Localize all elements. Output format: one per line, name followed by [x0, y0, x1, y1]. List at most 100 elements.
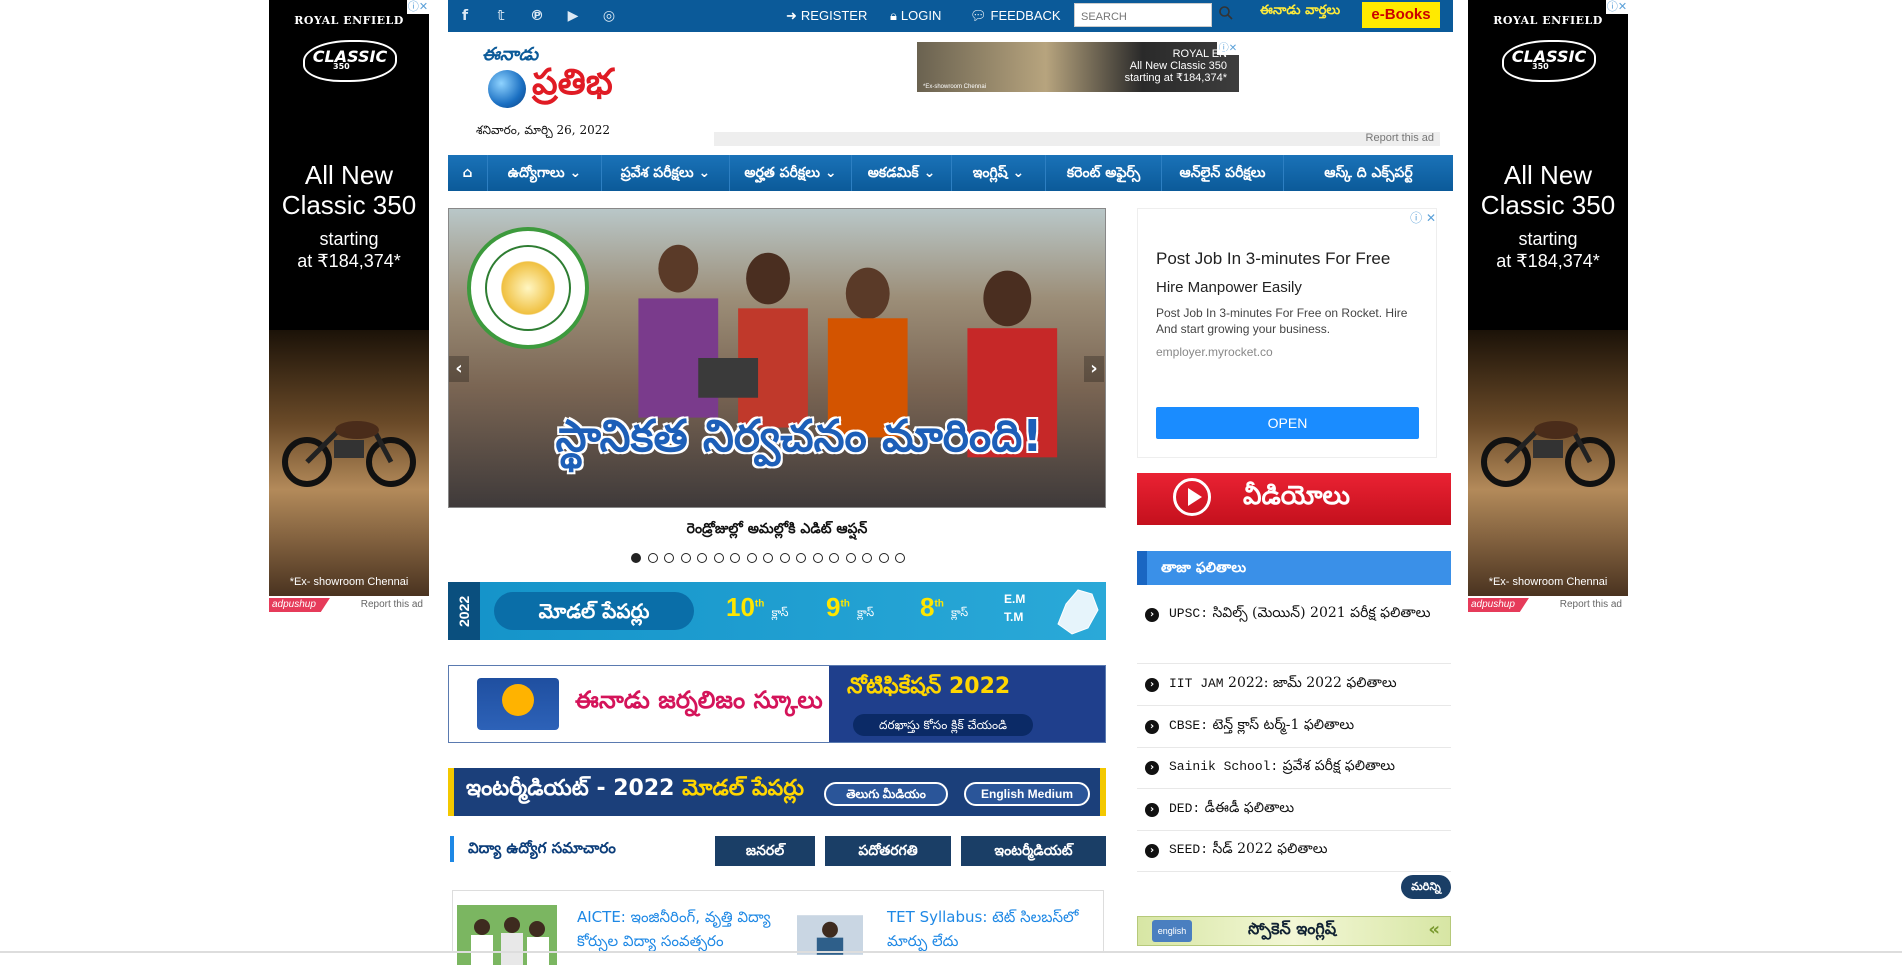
right-side-ad[interactable]: ⓘ✕ ROYAL ENFIELD CLASSIC 350 All New Class… [1468, 0, 1628, 596]
featured-slider[interactable]: స్థానికత నిర్వచనం మారింది! [448, 208, 1106, 508]
slider-dot[interactable] [862, 553, 872, 563]
sidebar-ad-description: Post Job In 3-minutes For Free on Rocket… [1156, 306, 1408, 336]
nav-home-icon[interactable]: ⌂ [448, 155, 488, 191]
search-input[interactable] [1074, 3, 1212, 27]
eenadu-news-link[interactable]: ఈనాడు వార్తలు [1260, 3, 1340, 21]
slider-dot[interactable] [895, 553, 905, 563]
videos-banner[interactable]: వీడియోలు [1137, 473, 1451, 525]
report-ad-link[interactable]: Report this ad [1366, 132, 1434, 144]
result-item[interactable]: › SEED: సీడ్ 2022 ఫలితాలు [1137, 836, 1451, 872]
login-link[interactable]: 🔒︎ LOGIN [890, 8, 941, 24]
spoken-english-banner[interactable]: english స్పోకెన్ ఇంగ్లిష్ « [1137, 916, 1451, 946]
open-button[interactable]: OPEN [1156, 407, 1419, 439]
adpushup-logo: adpushup [1468, 598, 1529, 612]
report-ad-link[interactable]: Report this ad [1560, 599, 1622, 610]
class-10-label[interactable]: 10th క్లాస్ [726, 592, 789, 623]
inter-model-papers-banner[interactable]: ఇంటర్మీడియట్ - 2022 మోడల్ పేపర్లు తెలుగు… [448, 768, 1106, 816]
tab-tenth-class[interactable]: పదోతరగతి [825, 836, 951, 866]
nav-item-english[interactable]: ఇంగ్లిష్ ⌄ [952, 155, 1046, 191]
sidebar-ad[interactable]: ⓘ ✕ Post Job In 3-minutes For Free Hire … [1137, 208, 1437, 458]
slider-dot[interactable] [647, 553, 658, 563]
model-papers-banner[interactable]: 2022 మోడల్ పేపర్లు 10th క్లాస్ 9th క్లాస… [448, 582, 1106, 640]
twitter-icon[interactable]: 𝕥 [492, 7, 510, 25]
slider-dot[interactable] [746, 553, 757, 563]
top-ad-footnote: *Ex-showroom Chennai [923, 84, 987, 90]
english-badge: english [1152, 920, 1192, 942]
slider-dot[interactable] [763, 553, 773, 563]
class-8-label[interactable]: 8th క్లాస్ [920, 592, 968, 623]
ad-report-bar: Report this ad [714, 132, 1440, 146]
tab-intermediate[interactable]: ఇంటర్మీడియట్ [961, 836, 1106, 866]
news-thumbnail [797, 915, 863, 955]
top-banner-ad[interactable]: ⓘ✕ ROYAL EN All New Classic 350 starting a… [917, 42, 1239, 92]
adchoices-close-icon[interactable]: ⓘ ✕ [1410, 209, 1436, 226]
slider-dot[interactable] [697, 553, 707, 563]
slider-dot[interactable] [730, 553, 740, 563]
notification-title: నోటిఫికేషన్ 2022 [847, 674, 1011, 699]
facebook-icon[interactable]: f [456, 7, 474, 25]
apply-cta[interactable]: దరఖాస్తు కోసం క్లిక్ చేయండి [853, 714, 1033, 736]
more-results-button[interactable]: మరిన్ని [1401, 875, 1451, 899]
report-ad-link[interactable]: Report this ad [361, 599, 423, 610]
news-title[interactable]: TET Syllabus: టెట్ సిలబస్‌లో మార్పు లేదు [887, 905, 1087, 953]
slider-prev-icon[interactable]: ‹ [449, 356, 469, 382]
latest-results-heading: తాజా ఫలితాలు [1137, 551, 1451, 585]
slider-dot[interactable] [664, 553, 674, 563]
slider-next-icon[interactable]: › [1084, 356, 1104, 382]
adchoices-close-icon[interactable]: ⓘ✕ [407, 0, 429, 14]
ad-footnote: *Ex- showroom Chennai [1488, 576, 1608, 588]
adchoices-close-icon[interactable]: ⓘ✕ [1606, 0, 1628, 14]
slider-caption[interactable]: రెండ్రోజుల్లో అమల్లోకి ఎడిట్ ఆప్షన్ [448, 521, 1106, 540]
result-item[interactable]: › DED: డీఈడీ ఫలితాలు [1137, 795, 1451, 831]
slider-dot[interactable] [713, 553, 724, 563]
spoken-english-label: స్పోకెన్ ఇంగ్లిష్ [1248, 919, 1337, 938]
left-side-ad[interactable]: ⓘ✕ ROYAL ENFIELD CLASSIC 350 All New Class… [269, 0, 429, 596]
register-link[interactable]: ➜ REGISTER [786, 8, 867, 24]
slider-dot[interactable] [796, 553, 806, 563]
sidebar-ad-subhead: Hire Manpower Easily [1156, 279, 1302, 296]
search-icon[interactable] [1218, 5, 1234, 21]
nav-item-eligibility-exams[interactable]: అర్హత పరీక్షలు ⌄ [730, 155, 852, 191]
ad-logo: CLASSIC 350 [1502, 40, 1596, 82]
nav-item-current-affairs[interactable]: కరెంట్ అఫైర్స్ [1046, 155, 1162, 191]
chevron-right-icon: › [1145, 844, 1159, 858]
news-list: AICTE: ఇంజినీరింగ్, వృత్తి విద్యా కోర్సు… [452, 890, 1104, 965]
journalism-left: ఈనాడు జర్నలిజం స్కూలు [449, 666, 829, 742]
telugu-medium-button[interactable]: తెలుగు మీడియం [824, 782, 948, 806]
nav-item-jobs[interactable]: ఉద్యోగాలు ⌄ [488, 155, 602, 191]
ad-brand: ROYAL ENFIELD [1493, 14, 1603, 27]
chevron-right-icon: › [1145, 720, 1159, 734]
result-item[interactable]: › Sainik School: ప్రవేశ పరీక్ష ఫలితాలు [1137, 753, 1451, 789]
pinterest-icon[interactable]: ℗ [528, 7, 546, 25]
slider-dot[interactable] [829, 553, 839, 563]
news-title[interactable]: AICTE: ఇంజినీరింగ్, వృత్తి విద్యా కోర్సు… [577, 905, 777, 953]
youtube-icon[interactable]: ▶ [564, 7, 582, 25]
slider-dot[interactable] [845, 553, 856, 563]
globe-icon [488, 70, 526, 108]
nav-item-online-exams[interactable]: ఆన్‌లైన్ పరీక్షలు [1162, 155, 1284, 191]
result-item[interactable]: › CBSE: టెన్త్ క్లాస్ టర్మ్-1 ఫలితాలు [1137, 712, 1451, 748]
ebooks-button[interactable]: e-Books [1362, 2, 1440, 28]
instagram-icon[interactable]: ◎ [600, 7, 618, 25]
motorcycle-image [1481, 421, 1615, 487]
nav-item-ask-the-expert[interactable]: ఆస్క్ ది ఎక్స్‌పర్ట్ [1284, 155, 1453, 191]
nav-item-academic[interactable]: అకడమిక్ ⌄ [852, 155, 952, 191]
ad-price: starting at ₹184,374* [1496, 229, 1600, 271]
nav-item-entrance-exams[interactable]: ప్రవేశ పరీక్షలు ⌄ [602, 155, 730, 191]
slider-dot[interactable] [631, 553, 641, 563]
slider-dot[interactable] [812, 553, 823, 563]
tab-general[interactable]: జనరల్ [715, 836, 815, 866]
slider-dot[interactable] [779, 553, 790, 563]
feedback-link[interactable]: 💬︎ FEEDBACK [970, 8, 1061, 24]
state-map-icon [1057, 589, 1099, 635]
journalism-school-banner[interactable]: ఈనాడు జర్నలిజం స్కూలు నోటిఫికేషన్ 2022 ద… [448, 665, 1106, 743]
site-logo[interactable]: ఈనాడు ప్రతిభ [480, 44, 650, 124]
right-ad-footer: adpushup Report this ad [1468, 598, 1628, 612]
motorcycle-image [282, 421, 416, 487]
english-medium-button[interactable]: English Medium [964, 782, 1090, 806]
class-9-label[interactable]: 9th క్లాస్ [826, 592, 874, 623]
slider-dot[interactable] [878, 553, 889, 563]
result-item[interactable]: › UPSC: సివిల్స్ (మెయిన్) 2021 పరీక్ష ఫలి… [1137, 600, 1451, 664]
slider-dot[interactable] [680, 553, 691, 563]
result-item[interactable]: › IIT JAM 2022: జామ్ 2022 ఫలితాలు [1137, 670, 1451, 706]
